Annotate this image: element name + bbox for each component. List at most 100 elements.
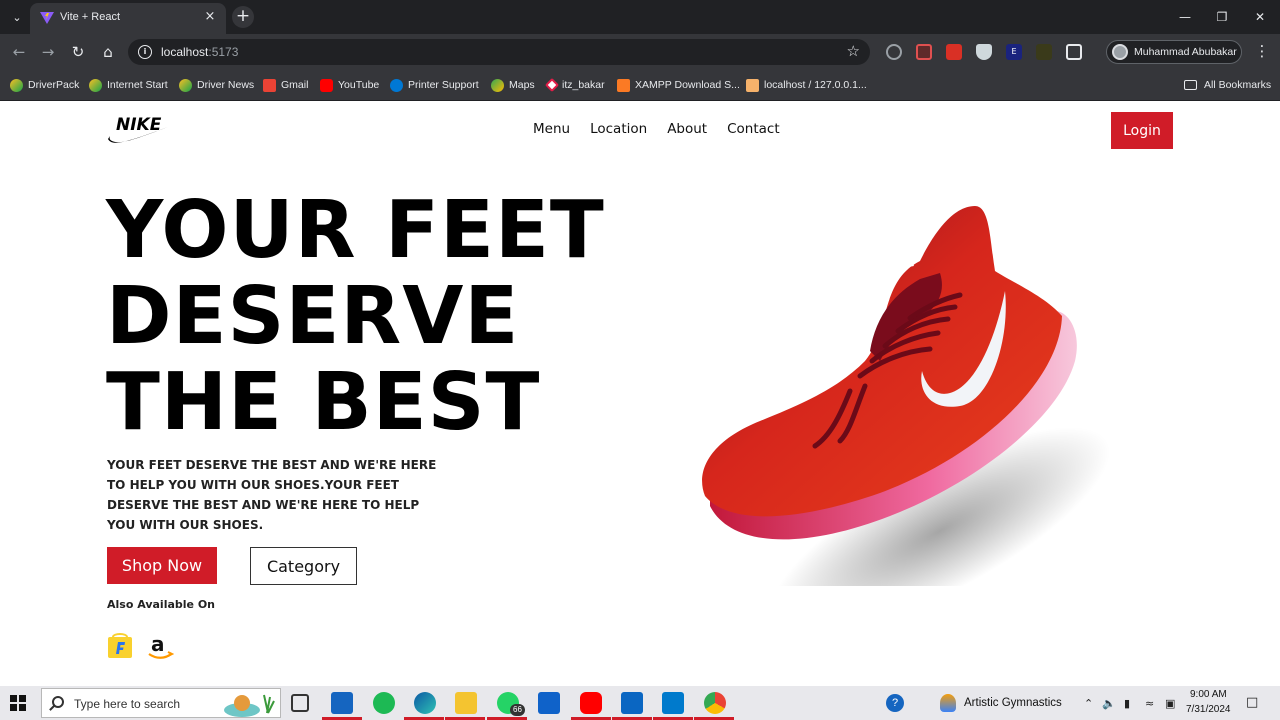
volume-icon[interactable]: 🔈	[1102, 697, 1116, 710]
bookmark-gmail[interactable]: Gmail	[263, 77, 308, 93]
bookmarks-bar: DriverPack Internet Start Driver News Gm…	[0, 70, 1280, 101]
also-available-label: Also Available On	[107, 598, 216, 611]
new-tab-button[interactable]: +	[232, 6, 254, 28]
all-bookmarks-label: All Bookmarks	[1204, 79, 1272, 91]
bookmark-xampp[interactable]: XAMPP Download S...	[617, 77, 740, 93]
url-port: :5173	[208, 45, 239, 59]
profile-button[interactable]: Muhammad Abubakar	[1106, 40, 1242, 64]
back-icon[interactable]: ←	[8, 41, 30, 63]
bookmark-star-icon[interactable]: ☆	[847, 42, 860, 60]
close-window-icon[interactable]: ✕	[1251, 8, 1269, 26]
svg-text:a: a	[151, 632, 165, 656]
bookmark-label: Printer Support	[408, 79, 479, 91]
shoe-image: NIKE	[702, 206, 1111, 586]
bookmark-label: itz_bakar	[562, 79, 605, 91]
internet-start-icon	[89, 78, 102, 92]
bookmark-driverpack[interactable]: DriverPack	[10, 77, 79, 93]
file-explorer-icon[interactable]	[455, 692, 477, 714]
bookmark-label: Maps	[509, 79, 535, 91]
main-nav: Menu Location About Contact	[533, 121, 780, 137]
weather-label[interactable]: Artistic Gymnastics	[964, 697, 1062, 709]
profile-name: Muhammad Abubakar	[1134, 46, 1237, 58]
spotify-icon[interactable]	[373, 692, 395, 714]
nav-about[interactable]: About	[667, 121, 707, 137]
bookmark-internet-start[interactable]: Internet Start	[89, 77, 168, 93]
chevron-up-icon[interactable]: ⌃	[1084, 697, 1093, 710]
extensions-puzzle-icon[interactable]	[1066, 44, 1082, 60]
menu-kebab-icon[interactable]: ⋮	[1254, 42, 1270, 60]
youtube-app-icon[interactable]	[580, 692, 602, 714]
browser-tab[interactable]: Vite + React ×	[30, 3, 226, 34]
home-icon[interactable]: ⌂	[97, 41, 119, 63]
nav-contact[interactable]: Contact	[727, 121, 780, 137]
maps-icon	[491, 78, 504, 92]
task-view-icon[interactable]	[291, 694, 309, 712]
flipkart-icon[interactable]	[107, 633, 133, 659]
hero-line: DESERVE	[106, 270, 520, 362]
itz-bakar-icon	[544, 77, 560, 93]
forward-icon[interactable]: →	[37, 41, 59, 63]
mail-icon[interactable]	[538, 692, 560, 714]
close-tab-icon[interactable]: ×	[202, 9, 218, 25]
restore-icon[interactable]: ❐	[1213, 8, 1231, 26]
tab-strip: ⌄ Vite + React × + — ❐ ✕	[0, 0, 1280, 34]
extension-dark-icon[interactable]	[1036, 44, 1052, 60]
windows-start-icon[interactable]	[10, 695, 26, 711]
taskbar: Type here to search 66 ? Artistic Gymnas…	[0, 686, 1280, 720]
address-bar[interactable]: i localhost:5173 ☆	[128, 39, 870, 65]
youtube-icon	[320, 78, 333, 92]
bookmark-itz-bakar[interactable]: itz_bakar	[544, 77, 605, 93]
clock-date[interactable]: 7/31/2024	[1186, 704, 1231, 715]
hero-description: YOUR FEET DESERVE THE BEST AND WE'RE HER…	[107, 458, 437, 532]
bookmark-label: XAMPP Download S...	[635, 79, 740, 91]
search-highlight-image	[224, 694, 275, 717]
clock-time[interactable]: 9:00 AM	[1190, 689, 1227, 700]
meet-now-icon[interactable]: ▣	[1165, 697, 1175, 710]
bookmark-label: YouTube	[338, 79, 380, 91]
amazon-icon[interactable]: a	[146, 631, 174, 661]
url-host: localhost	[161, 45, 209, 59]
shop-now-button[interactable]: Shop Now	[107, 547, 217, 584]
bookmark-label: Internet Start	[107, 79, 168, 91]
taskbar-search[interactable]: Type here to search	[41, 688, 281, 718]
tab-search-icon[interactable]: ⌄	[6, 6, 28, 28]
web-page: NIKE Menu Location About Contact Login Y…	[0, 101, 1280, 686]
hero-title: YOUR FEET DESERVE THE BEST	[106, 187, 605, 445]
nike-logo[interactable]: NIKE	[106, 111, 170, 145]
category-button[interactable]: Category	[250, 547, 357, 585]
wifi-icon[interactable]: ≈	[1145, 697, 1154, 710]
bookmark-youtube[interactable]: YouTube	[320, 77, 379, 93]
reload-icon[interactable]: ↻	[67, 41, 89, 63]
notifications-icon[interactable]: □	[1246, 695, 1258, 710]
nav-menu[interactable]: Menu	[533, 121, 570, 137]
extension-e-icon[interactable]: E	[1006, 44, 1022, 60]
edge-icon[interactable]	[414, 692, 436, 714]
search-placeholder: Type here to search	[74, 697, 181, 711]
login-button[interactable]: Login	[1111, 112, 1173, 149]
bookmark-driver-news[interactable]: Driver News	[179, 77, 254, 93]
battery-icon[interactable]: ▮	[1124, 697, 1130, 710]
extension-red-icon[interactable]	[946, 44, 962, 60]
vscode-icon[interactable]	[662, 692, 684, 714]
whatsapp-badge: 66	[510, 704, 525, 716]
linkedin-icon[interactable]	[621, 692, 643, 714]
search-icon	[52, 696, 64, 708]
extension-circle-icon[interactable]	[886, 44, 902, 60]
nav-location[interactable]: Location	[590, 121, 647, 137]
weather-widget-icon[interactable]	[940, 694, 956, 712]
bookmark-maps[interactable]: Maps	[491, 77, 535, 93]
extension-shield-icon[interactable]	[976, 44, 992, 60]
vite-icon	[40, 12, 54, 24]
site-info-icon[interactable]: i	[138, 45, 152, 59]
all-bookmarks-button[interactable]: All Bookmarks	[1184, 77, 1271, 93]
extension-record-icon[interactable]	[916, 44, 932, 60]
chrome-icon[interactable]	[704, 692, 726, 714]
bookmark-printer-support[interactable]: Printer Support	[390, 77, 479, 93]
bookmark-label: Driver News	[197, 79, 255, 91]
gmail-icon	[263, 78, 276, 92]
bookmark-localhost[interactable]: localhost / 127.0.0.1...	[746, 77, 867, 93]
bookmark-label: Gmail	[281, 79, 309, 91]
store-app-icon[interactable]	[331, 692, 353, 714]
help-icon[interactable]: ?	[886, 694, 904, 712]
minimize-icon[interactable]: —	[1176, 8, 1194, 26]
